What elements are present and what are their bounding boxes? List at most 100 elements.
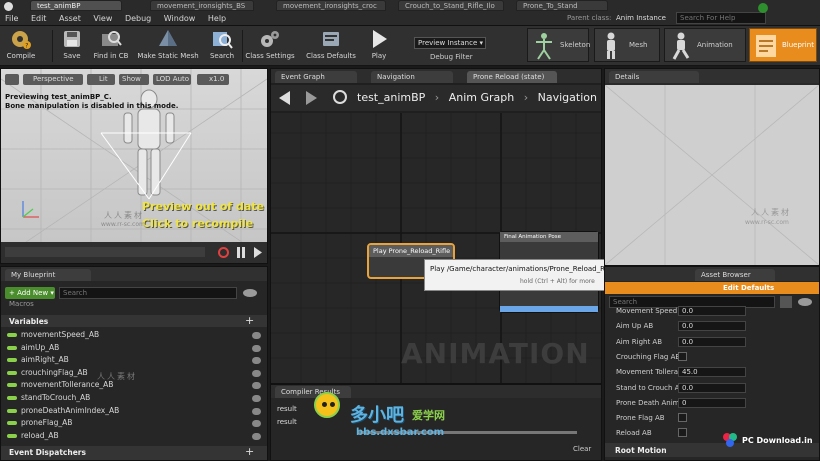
- variable-visibility-eye-icon[interactable]: [252, 394, 261, 402]
- debug-instance-select[interactable]: Preview Instance ▾: [414, 37, 486, 49]
- add-dispatcher-icon[interactable]: +: [245, 445, 254, 458]
- property-label: Prone Death Anim: [616, 398, 680, 407]
- breadcrumb-item-1[interactable]: Anim Graph: [449, 91, 515, 104]
- mode-mesh-label: Mesh: [629, 41, 648, 49]
- variable-visibility-eye-icon[interactable]: [252, 332, 261, 339]
- property-matrix-icon[interactable]: [780, 296, 792, 308]
- preview-out-of-date-text[interactable]: Preview out of date: [142, 200, 264, 213]
- mode-mesh-button[interactable]: Mesh: [594, 28, 660, 62]
- variable-visibility-eye-icon[interactable]: [252, 420, 261, 428]
- mode-blueprint-button[interactable]: Blueprint: [749, 28, 817, 62]
- details-view-options-eye-icon[interactable]: [798, 298, 812, 306]
- blueprint-search-input[interactable]: [59, 287, 237, 299]
- add-variable-icon[interactable]: +: [245, 314, 254, 327]
- tab-navigation[interactable]: Navigation: [371, 71, 453, 83]
- compiler-clear-button[interactable]: Clear: [573, 445, 591, 453]
- compile-button[interactable]: ? Compile: [2, 28, 40, 64]
- variable-visibility-eye-icon[interactable]: [252, 357, 261, 365]
- menu-debug[interactable]: Debug: [120, 12, 156, 26]
- mode-skeleton-button[interactable]: Skeleton: [527, 28, 590, 62]
- property-checkbox[interactable]: [678, 413, 687, 423]
- forward-arrow-icon[interactable]: [305, 91, 317, 105]
- lit-button[interactable]: Lit: [87, 74, 115, 85]
- pause-icon[interactable]: [237, 247, 245, 258]
- source-control-icon[interactable]: [758, 3, 768, 13]
- doc-tab-0[interactable]: test_animBP: [30, 0, 122, 11]
- property-value-field[interactable]: 0.0: [678, 336, 746, 347]
- menu-window[interactable]: Window: [159, 12, 201, 26]
- variable-item[interactable]: proneFlag_AB: [1, 417, 267, 430]
- search-button[interactable]: Search: [206, 28, 238, 64]
- timeline-track[interactable]: [5, 247, 205, 257]
- variable-type-pill: [7, 395, 17, 400]
- variable-visibility-eye-icon[interactable]: [252, 407, 261, 415]
- play-button[interactable]: Play: [362, 28, 396, 64]
- property-value-field[interactable]: 0.0: [678, 382, 746, 393]
- record-icon[interactable]: [218, 247, 229, 258]
- variable-item[interactable]: proneDeathAnimIndex_AB: [1, 405, 267, 418]
- click-to-recompile-text[interactable]: Click to recompile: [142, 217, 253, 230]
- perspective-button[interactable]: Perspective: [23, 74, 83, 85]
- menu-edit[interactable]: Edit: [26, 12, 52, 26]
- property-checkbox[interactable]: [678, 351, 687, 361]
- variable-item[interactable]: reload_AB: [1, 430, 267, 443]
- menu-view[interactable]: View: [88, 12, 117, 26]
- view-options-eye-icon[interactable]: [243, 289, 257, 297]
- menu-file[interactable]: File: [0, 12, 23, 26]
- menu-asset[interactable]: Asset: [54, 12, 86, 26]
- variable-item[interactable]: aimUp_AB: [1, 342, 267, 355]
- compiler-results-tab[interactable]: Compiler Results: [275, 386, 351, 398]
- doc-tab-4[interactable]: Prone_To_Stand: [516, 0, 608, 11]
- viewport-options-button[interactable]: [5, 74, 19, 85]
- viewport-canvas[interactable]: Perspective Lit Show LOD Auto x1.0 Previ…: [1, 69, 267, 263]
- class-defaults-button[interactable]: Class Defaults: [302, 28, 360, 64]
- breadcrumb-item-2[interactable]: Navigation: [538, 91, 597, 104]
- variable-item[interactable]: aimRight_AB: [1, 354, 267, 367]
- playback-speed-button[interactable]: x1.0: [197, 74, 229, 85]
- property-value-field[interactable]: 0.0: [678, 306, 746, 316]
- tab-prone-reload[interactable]: Prone Reload (state): [467, 71, 557, 83]
- save-button[interactable]: Save: [58, 28, 86, 64]
- my-blueprint-tab[interactable]: My Blueprint: [5, 269, 91, 281]
- class-settings-button[interactable]: Class Settings: [244, 28, 296, 64]
- edit-defaults-header[interactable]: Edit Defaults: [605, 282, 819, 294]
- section-event-dispatchers[interactable]: Event Dispatchers +: [1, 445, 267, 460]
- play-anim-node-title: Play Prone_Reload_Rifle: [369, 245, 453, 257]
- variable-visibility-eye-icon[interactable]: [252, 432, 261, 440]
- find-in-cb-label: Find in CB: [93, 52, 129, 60]
- breadcrumb-item-0[interactable]: test_animBP: [357, 91, 425, 104]
- doc-tab-1[interactable]: movement_ironsights_BS: [150, 0, 254, 11]
- find-in-cb-button[interactable]: Find in CB: [90, 28, 132, 64]
- make-static-mesh-button[interactable]: Make Static Mesh: [134, 28, 202, 64]
- property-value-field[interactable]: 45.0: [678, 367, 746, 378]
- viewport-info-2: Bone manipulation is disabled in this mo…: [5, 102, 179, 110]
- show-button[interactable]: Show: [119, 74, 149, 85]
- tooltip-hint: hold (Ctrl + Alt) for more: [520, 278, 595, 285]
- play-forward-icon[interactable]: [253, 247, 263, 258]
- root-motion-section[interactable]: Root Motion: [605, 443, 819, 457]
- variable-item[interactable]: standToCrouch_AB: [1, 392, 267, 405]
- add-new-button[interactable]: + Add New ▾: [5, 287, 55, 299]
- doc-tab-3[interactable]: Crouch_to_Stand_Rifle_Ilo: [398, 0, 504, 11]
- pc-download-watermark: PC Download.in: [742, 436, 813, 445]
- property-value-field[interactable]: 0.0: [678, 321, 746, 332]
- search-help-input[interactable]: [676, 12, 766, 24]
- variable-visibility-eye-icon[interactable]: [252, 344, 261, 352]
- graph-canvas[interactable]: Play Prone_Reload_Rifle Final Animation …: [271, 113, 601, 383]
- lod-button[interactable]: LOD Auto: [153, 74, 191, 85]
- section-variables[interactable]: Variables +: [1, 314, 267, 327]
- variable-visibility-eye-icon[interactable]: [252, 382, 261, 390]
- menu-help[interactable]: Help: [203, 12, 231, 26]
- property-checkbox[interactable]: [678, 428, 687, 438]
- back-arrow-icon[interactable]: [279, 91, 291, 105]
- variable-visibility-eye-icon[interactable]: [252, 369, 261, 377]
- asset-browser-tab[interactable]: Asset Browser: [695, 269, 775, 281]
- mode-animation-button[interactable]: Animation: [664, 28, 746, 62]
- doc-tab-2[interactable]: movement_ironsights_croc: [276, 0, 386, 11]
- variable-item[interactable]: movementSpeed_AB: [1, 329, 267, 342]
- details-tab[interactable]: Details: [609, 71, 699, 83]
- section-macros[interactable]: Macros: [9, 300, 34, 308]
- property-value-field[interactable]: 0: [678, 397, 746, 408]
- property-label: Aim Right AB: [616, 337, 663, 346]
- tab-event-graph[interactable]: Event Graph: [275, 71, 357, 83]
